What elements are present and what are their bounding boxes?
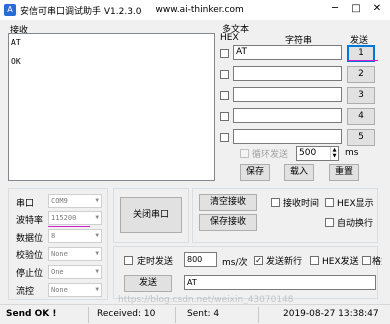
port-label: 串口 (16, 199, 35, 209)
chevron-down-icon: ▼ (95, 286, 99, 293)
multi-text-input-5[interactable] (233, 129, 342, 144)
clear-receive-button[interactable]: 清空接收 (199, 194, 257, 211)
close-icon[interactable]: ✕ (370, 3, 384, 15)
hex-checkbox-1[interactable] (220, 49, 229, 58)
status-divider (175, 307, 176, 323)
send-button-3[interactable]: 3 (347, 87, 375, 104)
hex-display-checkbox[interactable] (325, 198, 334, 207)
hex-checkbox-3[interactable] (220, 91, 229, 100)
loop-send-label: 循环发送 (252, 150, 289, 160)
send-button-5[interactable]: 5 (347, 129, 375, 146)
parity-select[interactable]: None ▼ (48, 247, 102, 261)
port-value: COM9 (51, 197, 68, 205)
loop-interval-value: 500 (299, 148, 317, 158)
interval-unit-label: ms/次 (222, 258, 248, 268)
receive-line: AT (11, 38, 21, 47)
stop-bits-label: 停止位 (16, 269, 44, 279)
parity-value: None (51, 250, 68, 258)
chevron-down-icon: ▼ (95, 232, 99, 239)
hex-send-label: HEX发送 (322, 257, 359, 267)
loop-send-checkbox[interactable] (240, 149, 249, 158)
status-divider (258, 307, 259, 323)
parity-label: 校验位 (16, 251, 44, 261)
received-count: Received: 10 (97, 309, 156, 319)
data-bits-select[interactable]: 8 ▼ (48, 229, 102, 243)
status-divider (88, 307, 89, 323)
save-receive-button[interactable]: 保存接收 (199, 214, 257, 231)
receive-line: OK (11, 57, 21, 66)
loop-unit-label: ms (345, 148, 359, 158)
chevron-down-icon: ▼ (95, 268, 99, 275)
multi-text-input-1[interactable]: AT (233, 45, 342, 60)
receive-time-checkbox[interactable] (271, 198, 280, 207)
port-select[interactable]: COM9 ▼ (48, 194, 102, 208)
timed-send-checkbox[interactable] (124, 256, 133, 265)
hex-checkbox-2[interactable] (220, 70, 229, 79)
stop-bits-value: One (51, 268, 64, 276)
hex-checkbox-4[interactable] (220, 112, 229, 121)
status-datetime: 2019-08-27 13:38:47 (283, 309, 379, 319)
maximize-icon[interactable]: □ (349, 3, 363, 15)
title-bar: A 安信可串口调试助手 V1.2.3.0 www.ai-thinker.com … (0, 0, 390, 20)
chevron-down-icon: ▼ (95, 250, 99, 257)
auto-wrap-label: 自动换行 (337, 219, 374, 229)
load-multi-button[interactable]: 载入 (284, 164, 314, 181)
format-input-label: 格式输入 (372, 257, 382, 267)
send-button-4[interactable]: 4 (347, 108, 375, 125)
send-text-input[interactable]: AT (184, 275, 376, 290)
timed-send-label: 定时发送 (137, 257, 174, 267)
save-multi-button[interactable]: 保存 (240, 164, 270, 181)
hex-send-checkbox[interactable] (310, 256, 319, 265)
baud-label: 波特率 (16, 216, 44, 226)
data-bits-value: 8 (51, 232, 56, 240)
send-button-2[interactable]: 2 (347, 66, 375, 83)
chevron-down-icon: ▼ (95, 197, 99, 204)
multi-text-input-2[interactable] (233, 66, 342, 81)
receive-textarea[interactable]: AT OK (8, 33, 215, 181)
format-input-checkbox[interactable] (362, 256, 371, 265)
multi-text-input-4[interactable] (233, 108, 342, 123)
data-bits-label: 数据位 (16, 234, 44, 244)
hex-checkbox-5[interactable] (220, 133, 229, 142)
stop-bits-select[interactable]: One ▼ (48, 265, 102, 279)
reset-multi-button[interactable]: 重置 (329, 164, 359, 181)
window-url: www.ai-thinker.com (155, 5, 244, 15)
flow-control-label: 流控 (16, 287, 35, 297)
send-newline-label: 发送新行 (266, 257, 303, 267)
multi-text-input-3[interactable] (233, 87, 342, 102)
send-interval-input[interactable]: 800 (184, 252, 217, 267)
sent-count: Sent: 4 (187, 309, 220, 319)
flow-control-select[interactable]: None ▼ (48, 283, 102, 297)
underline-mark (348, 60, 378, 61)
send-button[interactable]: 发送 (124, 275, 172, 292)
loop-interval-stepper[interactable]: 500 ▲ ▼ (296, 146, 339, 161)
underline-mark (48, 226, 90, 227)
auto-wrap-checkbox[interactable] (325, 218, 334, 227)
minimize-icon[interactable]: ─ (328, 3, 342, 15)
receive-time-label: 接收时间 (283, 199, 320, 209)
status-state: Send OK ! (6, 309, 57, 319)
status-bar: Send OK ! Received: 10 Sent: 4 2019-08-2… (0, 304, 390, 324)
window-title: 安信可串口调试助手 V1.2.3.0 (20, 6, 142, 17)
stepper-arrows-icon[interactable]: ▲ ▼ (330, 147, 338, 160)
close-port-button[interactable]: 关闭串口 (120, 197, 182, 233)
app-logo-icon: A (4, 4, 16, 16)
chevron-down-icon: ▼ (95, 214, 99, 221)
hex-header: HEX (220, 33, 239, 43)
flow-control-value: None (51, 286, 68, 294)
hex-display-label: HEX显示 (337, 199, 374, 209)
send-newline-checkbox[interactable]: ✓ (254, 256, 263, 265)
baud-value: 115200 (51, 214, 77, 222)
baud-select[interactable]: 115200 ▼ (48, 211, 102, 225)
